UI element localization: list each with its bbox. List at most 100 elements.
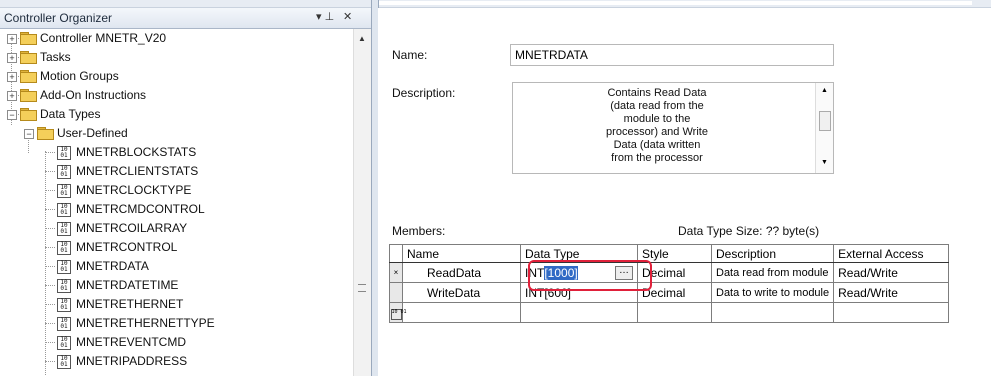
row-marker[interactable]: × bbox=[389, 262, 403, 283]
tree-item-add-on-instructions[interactable]: + Add-On Instructions bbox=[0, 86, 340, 105]
name-field[interactable]: MNETRDATA bbox=[510, 44, 834, 66]
tree-item-label: Add-On Instructions bbox=[40, 88, 147, 102]
data-type-icon: 10 01 bbox=[57, 298, 71, 312]
data-type-icon: 10 01 bbox=[57, 336, 71, 350]
description-field[interactable]: Contains Read Data (data read from the m… bbox=[512, 82, 834, 174]
scroll-up-icon[interactable]: ▲ bbox=[358, 34, 366, 43]
tree-item-label: MNETRCLIENTSTATS bbox=[76, 164, 199, 178]
tree-item-label: Controller MNETR_V20 bbox=[40, 31, 167, 45]
organizer-title: Controller Organizer bbox=[4, 11, 113, 25]
controller-organizer-pane: Controller Organizer ▾ ⊥ ✕ + Controller … bbox=[0, 8, 371, 376]
data-type-cell[interactable] bbox=[520, 302, 638, 323]
tree-item-label: User-Defined bbox=[57, 126, 128, 140]
data-type-editor: Name: MNETRDATA Description: Contains Re… bbox=[378, 8, 991, 376]
tree-item-label: MNETRETHERNET bbox=[76, 297, 184, 311]
tree-item-label: MNETRCOILARRAY bbox=[76, 221, 188, 235]
table-row[interactable]: × ReadData INT[1000] … Decimal Data read… bbox=[389, 262, 950, 283]
description-cell[interactable]: Data to write to module bbox=[710, 282, 835, 303]
tree-item-tasks[interactable]: + Tasks bbox=[0, 48, 340, 67]
expand-icon[interactable]: + bbox=[7, 53, 17, 63]
pin-icon[interactable]: ▾ ⊥ bbox=[316, 10, 334, 23]
tree-item-label: Tasks bbox=[40, 50, 71, 64]
description-value: Contains Read Data (data read from the m… bbox=[606, 87, 708, 164]
data-type-size: Data Type Size: ?? byte(s) bbox=[678, 224, 820, 238]
expand-icon[interactable]: + bbox=[7, 34, 17, 44]
table-row-new[interactable]: 10 01 bbox=[389, 302, 950, 323]
folder-icon bbox=[20, 89, 37, 102]
tree-item-udt[interactable]: 10 01 MNETRETHERNET bbox=[0, 295, 340, 314]
tree-item-motion-groups[interactable]: + Motion Groups bbox=[0, 67, 340, 86]
tree-item-udt[interactable]: 10 01 MNETRCLOCKTYPE bbox=[0, 181, 340, 200]
expand-icon[interactable]: + bbox=[7, 72, 17, 82]
external-access-cell[interactable]: Read/Write bbox=[833, 262, 950, 283]
collapse-icon[interactable]: − bbox=[7, 110, 17, 120]
tree-item-label: MNETRCLOCKTYPE bbox=[76, 183, 192, 197]
close-icon[interactable]: ✕ bbox=[343, 10, 352, 23]
tree-item-label: MNETRETHERNETTYPE bbox=[76, 316, 215, 330]
tree-item-udt[interactable]: 10 01 MNETRIPADDRESS bbox=[0, 352, 340, 371]
scroll-down-icon[interactable]: ▼ bbox=[821, 159, 828, 166]
row-marker[interactable] bbox=[389, 282, 403, 303]
tree-item-user-defined[interactable]: − User-Defined bbox=[0, 124, 340, 143]
top-strip bbox=[0, 0, 991, 8]
folder-icon bbox=[20, 70, 37, 83]
member-name-cell[interactable] bbox=[402, 302, 521, 323]
tree-item-label: MNETREVENTCMD bbox=[76, 335, 186, 349]
tree-item-udt[interactable]: 10 01 MNETRCOILARRAY bbox=[0, 219, 340, 238]
tree-item-label: MNETRDATETIME bbox=[76, 278, 179, 292]
tree-item-label: MNETRCONTROL bbox=[76, 240, 178, 254]
tree-item-label: MNETRIPADDRESS bbox=[76, 354, 188, 368]
expand-icon[interactable]: + bbox=[7, 91, 17, 101]
name-value: MNETRDATA bbox=[515, 48, 588, 62]
highlight-annotation bbox=[528, 260, 652, 291]
description-scrollbar[interactable]: ▲ ▼ bbox=[815, 83, 833, 173]
members-label: Members: bbox=[392, 224, 446, 238]
tree-item-label: MNETRDATA bbox=[76, 259, 149, 273]
member-name-cell[interactable]: WriteData bbox=[402, 282, 521, 303]
tree-item-controller[interactable]: + Controller MNETR_V20 bbox=[0, 29, 340, 48]
tree-item-udt[interactable]: 10 01 MNETREVENTCMD bbox=[0, 333, 340, 352]
data-type-icon: 10 01 bbox=[57, 184, 71, 198]
tree-item-udt[interactable]: 10 01 MNETRDATETIME bbox=[0, 276, 340, 295]
collapse-icon[interactable]: − bbox=[24, 129, 34, 139]
row-header-corner bbox=[389, 244, 403, 263]
data-type-icon: 10 01 bbox=[57, 146, 71, 160]
scroll-thumb-grip[interactable] bbox=[358, 284, 366, 292]
organizer-tree: + Controller MNETR_V20 + Tasks + Motion … bbox=[0, 29, 354, 376]
description-cell[interactable] bbox=[710, 302, 835, 323]
tree-item-udt-selected[interactable]: 10 01 MNETRDATA bbox=[0, 257, 340, 276]
data-type-icon: 10 01 bbox=[57, 222, 71, 236]
tree-item-udt[interactable]: 10 01 MNETRETHERNETTYPE bbox=[0, 314, 340, 333]
data-type-icon: 10 01 bbox=[57, 241, 71, 255]
external-access-cell[interactable] bbox=[833, 302, 950, 323]
column-header-description[interactable]: Description bbox=[710, 244, 835, 263]
name-label: Name: bbox=[392, 48, 428, 62]
table-header-row: Name Data Type Style Description Externa… bbox=[389, 244, 950, 263]
external-access-cell[interactable]: Read/Write bbox=[833, 282, 950, 303]
scroll-thumb[interactable] bbox=[819, 111, 831, 131]
tree-item-label: Motion Groups bbox=[40, 69, 119, 83]
data-type-icon: 10 01 bbox=[57, 260, 71, 274]
scroll-up-icon[interactable]: ▲ bbox=[821, 87, 828, 94]
description-cell[interactable]: Data read from module bbox=[710, 262, 835, 283]
data-type-icon: 10 01 bbox=[57, 203, 71, 217]
tree-item-udt[interactable]: 10 01 MNETRBLOCKSTATS bbox=[0, 143, 340, 162]
tree-item-data-types[interactable]: − Data Types bbox=[0, 105, 340, 124]
tree-item-label: Data Types bbox=[40, 107, 101, 121]
member-name-cell[interactable]: ReadData bbox=[402, 262, 521, 283]
tree-item-label: MNETRBLOCKSTATS bbox=[76, 145, 197, 159]
organizer-scrollbar[interactable]: ▲ bbox=[353, 29, 371, 376]
tree-item-udt[interactable]: 10 01 MNETRCMDCONTROL bbox=[0, 200, 340, 219]
tree-item-udt[interactable]: 10 01 MNETRCLIENTSTATS bbox=[0, 162, 340, 181]
tree-item-udt[interactable]: 10 01 MNETRCONTROL bbox=[0, 238, 340, 257]
description-label: Description: bbox=[392, 86, 456, 100]
user-defined-folder-icon bbox=[37, 127, 54, 140]
folder-icon bbox=[20, 51, 37, 64]
new-row-icon[interactable]: 10 01 bbox=[389, 302, 407, 323]
column-header-external-access[interactable]: External Access bbox=[833, 244, 950, 263]
members-table: Name Data Type Style Description Externa… bbox=[389, 244, 950, 323]
organizer-header: Controller Organizer ▾ ⊥ ✕ bbox=[0, 8, 371, 29]
table-row[interactable]: WriteData INT[600] Decimal Data to write… bbox=[389, 282, 950, 303]
style-cell[interactable] bbox=[637, 302, 712, 323]
column-header-name[interactable]: Name bbox=[402, 244, 521, 263]
